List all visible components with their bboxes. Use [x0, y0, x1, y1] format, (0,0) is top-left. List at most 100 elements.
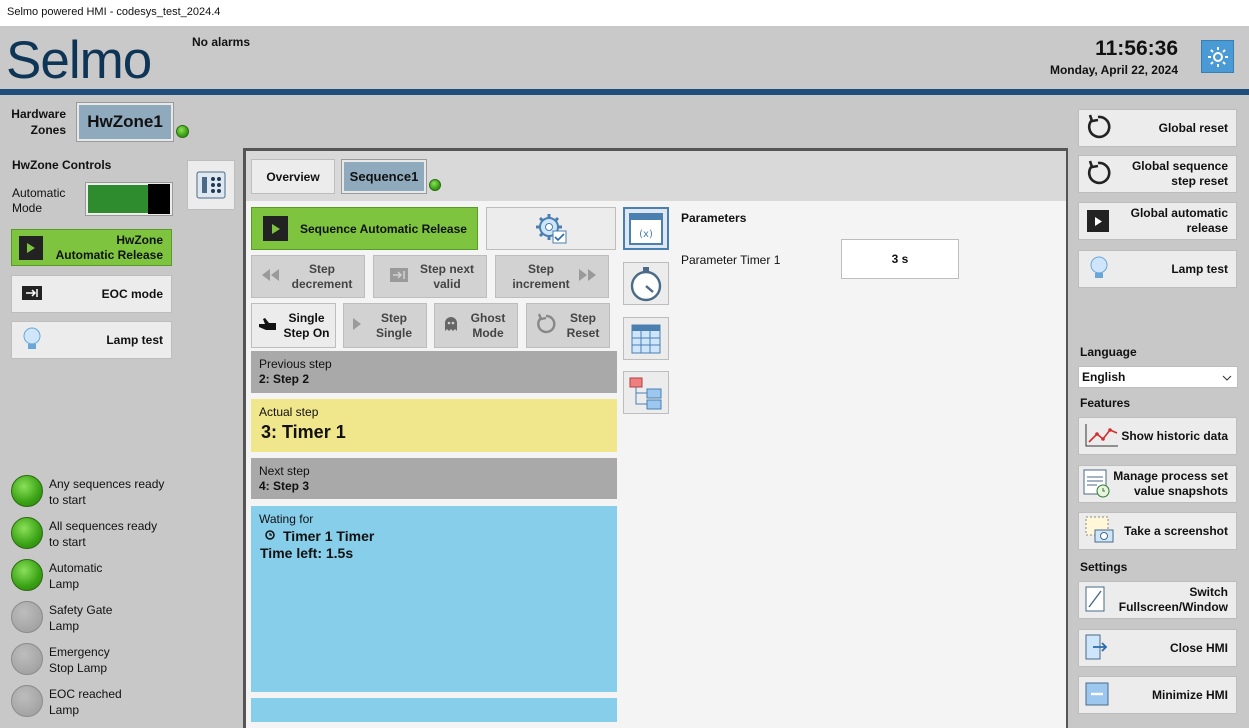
single-step-on-button[interactable]: Single Step On	[251, 303, 336, 348]
gear-icon	[1207, 46, 1228, 67]
parameters-window-icon: (x)	[629, 212, 663, 245]
lamp-led-any-ready	[11, 475, 43, 507]
sequence-automatic-release-button[interactable]: Sequence Automatic Release	[251, 207, 478, 250]
lamp-led-automatic	[11, 559, 43, 591]
lamp-test-button-left[interactable]: Lamp test	[11, 321, 172, 359]
hwzone-status-led	[176, 125, 189, 138]
settings-gear-button[interactable]	[1201, 40, 1234, 73]
parameters-view-button[interactable]: (x)	[623, 207, 669, 250]
gear-check-icon	[536, 213, 567, 243]
resize-window-icon	[1085, 586, 1105, 615]
hand-pointer-icon	[258, 316, 278, 335]
lamp-led-eoc-reached	[11, 685, 43, 717]
ghost-mode-button[interactable]: Ghost Mode	[434, 303, 518, 348]
show-historic-data-button[interactable]: Show historic data	[1078, 417, 1237, 455]
selmo-logo: Selmo	[6, 31, 152, 90]
parameter-timer1-input[interactable]: 3 s	[841, 239, 959, 279]
previous-step-box: Previous step 2: Step 2	[251, 351, 617, 393]
table-view-button[interactable]	[623, 317, 669, 360]
exit-arrow-icon	[1085, 634, 1109, 663]
parameter-timer1-label: Parameter Timer 1	[681, 253, 781, 267]
hwzone-automatic-release-button[interactable]: HwZone Automatic Release	[11, 229, 172, 266]
svg-text:(x): (x)	[639, 229, 653, 240]
sequence-settings-button[interactable]	[486, 207, 616, 250]
lamp-label-all-ready: All sequences ready to start	[49, 519, 158, 549]
step-decrement-button[interactable]: Step decrement	[251, 255, 365, 298]
toggle-knob	[148, 184, 170, 214]
global-sequence-step-reset-button[interactable]: Global sequence step reset	[1078, 155, 1237, 193]
eoc-mode-button[interactable]: EOC mode	[11, 275, 172, 313]
minimize-icon	[1085, 682, 1109, 709]
tab-sequence1[interactable]: Sequence1	[341, 159, 427, 194]
line-chart-icon	[1085, 423, 1119, 450]
features-title: Features	[1080, 396, 1131, 410]
step-next-valid-button[interactable]: Step next valid	[373, 255, 487, 298]
waiting-for-box: Wating for Timer 1 Timer Time left: 1.5s	[251, 506, 617, 692]
language-title: Language	[1080, 345, 1137, 359]
lamp-label-emergency-stop: Emergency Stop Lamp	[49, 645, 110, 675]
lightbulb-icon	[1089, 255, 1109, 284]
lamp-label-automatic: Automatic Lamp	[49, 561, 103, 591]
language-select[interactable]: English	[1078, 366, 1238, 388]
step-single-button[interactable]: Step Single	[343, 303, 427, 348]
minimize-hmi-button[interactable]: Minimize HMI	[1078, 676, 1237, 714]
hwzone-controls-title: HwZone Controls	[12, 158, 112, 172]
parameters-title: Parameters	[681, 211, 747, 225]
step-increment-button[interactable]: Step increment	[495, 255, 609, 298]
chevron-down-icon	[1222, 370, 1232, 384]
reset-arrow-icon	[1085, 160, 1111, 189]
tree-hierarchy-icon	[629, 377, 662, 409]
window-title: Selmo powered HMI - codesys_test_2024.4	[0, 0, 1249, 26]
ghost-icon	[443, 316, 459, 335]
rewind-icon	[260, 268, 280, 285]
timer-icon	[265, 529, 275, 544]
play-icon	[263, 216, 288, 241]
sequence-status-led	[429, 179, 441, 191]
hwzone-selector[interactable]: HwZone1	[76, 102, 174, 142]
waiting-item: Timer 1 Timer	[259, 529, 609, 544]
clock-time: 11:56:36	[1095, 37, 1178, 60]
snapshot-clock-icon	[1083, 468, 1111, 501]
clock-date: Monday, April 22, 2024	[1049, 63, 1178, 77]
lamp-led-safety-gate	[11, 601, 43, 633]
lamp-label-safety-gate: Safety Gate Lamp	[49, 603, 113, 633]
settings-title: Settings	[1080, 560, 1128, 574]
actual-step-box: Actual step 3: Timer 1	[251, 399, 617, 452]
lamp-label-any-ready: Any sequences ready to start	[49, 477, 165, 507]
step-arrow-icon	[22, 285, 42, 303]
lamp-label-eoc-reached: EOC reached Lamp	[49, 687, 122, 717]
next-step-box: Next step 4: Step 3	[251, 458, 617, 499]
close-hmi-button[interactable]: Close HMI	[1078, 629, 1237, 667]
camera-screenshot-icon	[1085, 516, 1115, 547]
step-arrow-icon	[390, 268, 408, 285]
header-divider	[0, 89, 1249, 95]
lamp-test-button-right[interactable]: Lamp test	[1078, 250, 1237, 288]
global-reset-button[interactable]: Global reset	[1078, 109, 1237, 147]
global-automatic-release-button[interactable]: Global automatic release	[1078, 202, 1237, 240]
reset-arrow-icon	[535, 313, 557, 338]
hierarchy-view-button[interactable]	[623, 371, 669, 414]
automatic-mode-toggle[interactable]	[85, 182, 173, 216]
lightbulb-icon	[22, 326, 42, 355]
hardware-zones-label: Hardware Zones	[11, 107, 66, 137]
io-panel-button[interactable]	[187, 160, 235, 210]
manage-snapshots-button[interactable]: Manage process set value snapshots	[1078, 465, 1237, 503]
play-icon	[1087, 210, 1109, 232]
play-icon	[352, 317, 362, 334]
alarm-status: No alarms	[192, 35, 251, 49]
waiting-box-footer	[251, 698, 617, 722]
automatic-mode-label: Automatic Mode	[12, 186, 66, 215]
lamp-led-all-ready	[11, 517, 43, 549]
timers-view-button[interactable]	[623, 262, 669, 305]
lamp-led-emergency-stop	[11, 643, 43, 675]
io-module-icon	[196, 171, 226, 199]
reset-arrow-icon	[1085, 114, 1111, 143]
fast-forward-icon	[578, 268, 598, 285]
switch-fullscreen-button[interactable]: Switch Fullscreen/Window	[1078, 581, 1237, 619]
tab-overview[interactable]: Overview	[251, 159, 335, 194]
toggle-on-fill	[88, 185, 150, 213]
stopwatch-icon	[630, 266, 662, 301]
step-reset-button[interactable]: Step Reset	[526, 303, 610, 348]
play-icon	[19, 235, 43, 260]
take-screenshot-button[interactable]: Take a screenshot	[1078, 512, 1237, 550]
